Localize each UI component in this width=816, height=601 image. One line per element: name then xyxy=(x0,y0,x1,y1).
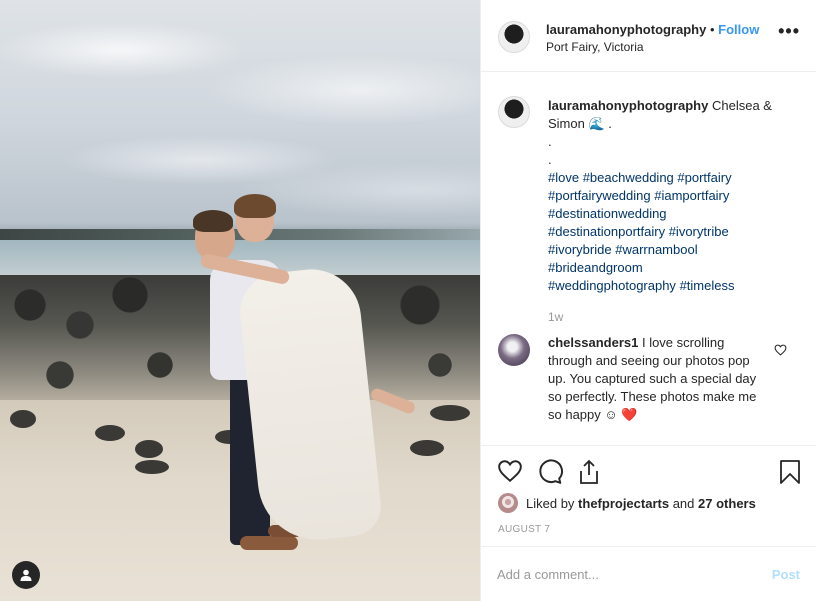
hashtag[interactable]: #portfairy xyxy=(677,170,731,185)
rock xyxy=(135,440,163,458)
separator: • xyxy=(709,22,715,37)
hashtag[interactable]: #beachwedding xyxy=(583,170,674,185)
hashtag[interactable]: #timeless xyxy=(680,278,735,293)
groom-shoe xyxy=(240,536,298,550)
caption-period: . xyxy=(608,116,612,131)
avatar[interactable] xyxy=(498,96,530,128)
hashtag[interactable]: #iamportfairy xyxy=(654,188,729,203)
add-comment-bar: Post xyxy=(481,546,816,601)
avatar[interactable] xyxy=(498,493,518,513)
rock xyxy=(430,405,470,421)
hashtag[interactable]: #destinationportfairy xyxy=(548,224,665,239)
hashtag[interactable]: #warrnambool xyxy=(615,242,697,257)
post-header: laura​mahonyphotography • Follow Port Fa… xyxy=(481,0,816,72)
bookmark-icon[interactable] xyxy=(779,459,801,490)
caption-timestamp[interactable]: 1w xyxy=(548,310,563,324)
comment-username[interactable]: chelssanders1 xyxy=(548,335,638,350)
action-bar: Liked by thefprojectarts and 27 others A… xyxy=(481,445,816,546)
liked-by-others[interactable]: 27 others xyxy=(698,496,756,511)
wave-emoji: 🌊 xyxy=(588,116,605,131)
bride-leg xyxy=(369,386,417,416)
rock xyxy=(95,425,125,441)
caption: laura​mahonyphotography Chelsea & Simon … xyxy=(548,97,788,295)
rock xyxy=(135,460,169,474)
location-link[interactable]: Port Fairy, Victoria xyxy=(546,40,644,54)
caption-dot: . xyxy=(548,134,552,149)
user-tag-icon[interactable] xyxy=(12,561,40,589)
more-options-icon[interactable]: ••• xyxy=(778,22,800,40)
hashtag[interactable]: #portfairywedding xyxy=(548,188,651,203)
share-icon[interactable] xyxy=(577,459,601,490)
follow-button[interactable]: Follow xyxy=(718,22,759,37)
likes-summary: Liked by thefprojectarts and 27 others xyxy=(526,496,756,511)
post-sidebar: laura​mahonyphotography • Follow Port Fa… xyxy=(480,0,816,601)
hashtag[interactable]: #brideandgroom xyxy=(548,260,643,275)
heart-outline-icon[interactable] xyxy=(774,343,787,361)
post-photo[interactable] xyxy=(0,0,480,601)
comments-area: laura​mahonyphotography Chelsea & Simon … xyxy=(481,72,816,445)
caption-dot: . xyxy=(548,152,552,167)
hashtag[interactable]: #weddingphotography xyxy=(548,278,676,293)
bride-hair xyxy=(234,194,276,218)
heart-icon[interactable] xyxy=(497,459,523,488)
header-username[interactable]: laura​mahonyphotography xyxy=(546,22,706,37)
comment-input[interactable] xyxy=(497,567,747,582)
groom-hair xyxy=(193,210,233,232)
comment: chelssanders1 I love scrolling through a… xyxy=(548,334,758,424)
hashtag[interactable]: #love xyxy=(548,170,579,185)
couple-figure xyxy=(180,190,420,570)
liked-by-and: and xyxy=(672,496,695,511)
rock xyxy=(10,410,36,428)
header-user-line: laura​mahonyphotography • Follow xyxy=(546,22,759,37)
hashtag[interactable]: #ivorytribe xyxy=(669,224,729,239)
hashtag[interactable]: #ivorybride xyxy=(548,242,612,257)
smile-emoji: ☺ xyxy=(604,407,618,422)
post-button[interactable]: Post xyxy=(772,567,800,582)
caption-username[interactable]: laura​mahonyphotography xyxy=(548,98,708,113)
comment-icon[interactable] xyxy=(537,459,563,490)
heart-emoji: ❤️ xyxy=(621,407,638,422)
avatar[interactable] xyxy=(498,21,530,53)
avatar[interactable] xyxy=(498,334,530,366)
post-date[interactable]: AUGUST 7 xyxy=(498,524,550,535)
liked-by-prefix: Liked by xyxy=(526,496,575,511)
liked-by-user[interactable]: thefprojectarts xyxy=(578,496,669,511)
hashtag[interactable]: #destinationwedding xyxy=(548,206,667,221)
